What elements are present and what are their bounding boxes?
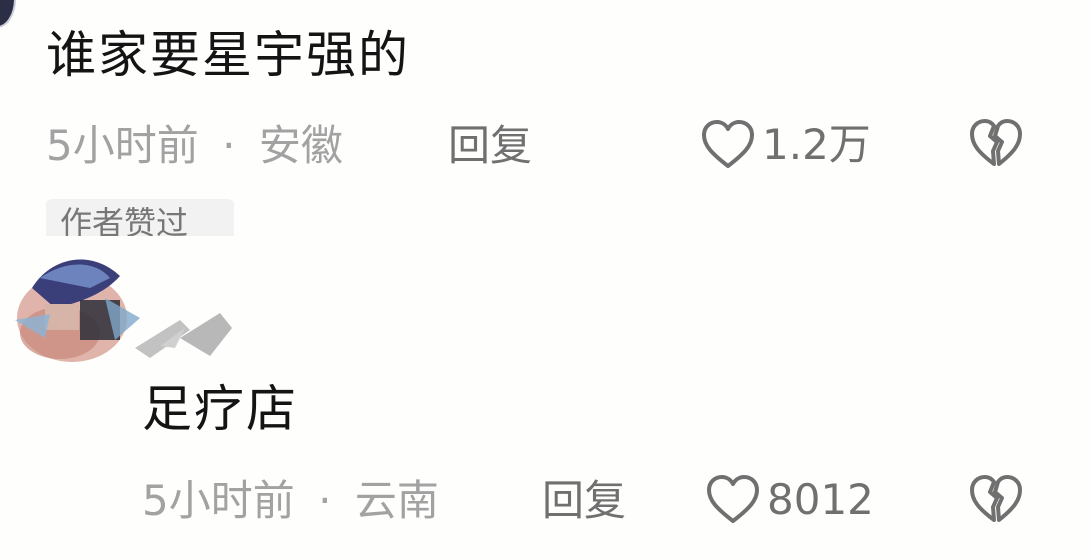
like-count: 8012 [767, 475, 874, 524]
comment-meta: 5小时前 · 安徽 [46, 125, 343, 167]
avatar[interactable] [0, 0, 16, 28]
dislike-button[interactable] [968, 118, 1024, 170]
dislike-button[interactable] [968, 474, 1024, 526]
meta-separator: · [222, 121, 236, 170]
comment-location: 安徽 [258, 121, 343, 170]
heart-outline-icon [700, 118, 756, 172]
comment-meta: 5小时前 · 云南 [142, 480, 439, 522]
like-button[interactable]: 1.2万 [700, 117, 871, 173]
like-count: 1.2万 [762, 120, 871, 169]
heart-outline-icon [705, 473, 761, 527]
comment-location: 云南 [354, 476, 439, 525]
author-liked-label: 作者赞过 [60, 204, 189, 242]
broken-heart-icon [968, 118, 1024, 170]
reply-button[interactable]: 回复 [448, 125, 532, 167]
avatar[interactable] [10, 248, 240, 368]
reply-button[interactable]: 回复 [542, 480, 626, 522]
broken-heart-icon [968, 474, 1024, 526]
comment-text: 谁家要星宇强的 [46, 26, 410, 84]
meta-separator: · [318, 476, 332, 525]
like-button[interactable]: 8012 [705, 472, 874, 528]
author-liked-badge: 作者赞过 [46, 199, 234, 253]
comment-text: 足疗店 [142, 380, 298, 438]
comment-time: 5小时前 [46, 121, 199, 170]
comment-time: 5小时前 [142, 476, 295, 525]
